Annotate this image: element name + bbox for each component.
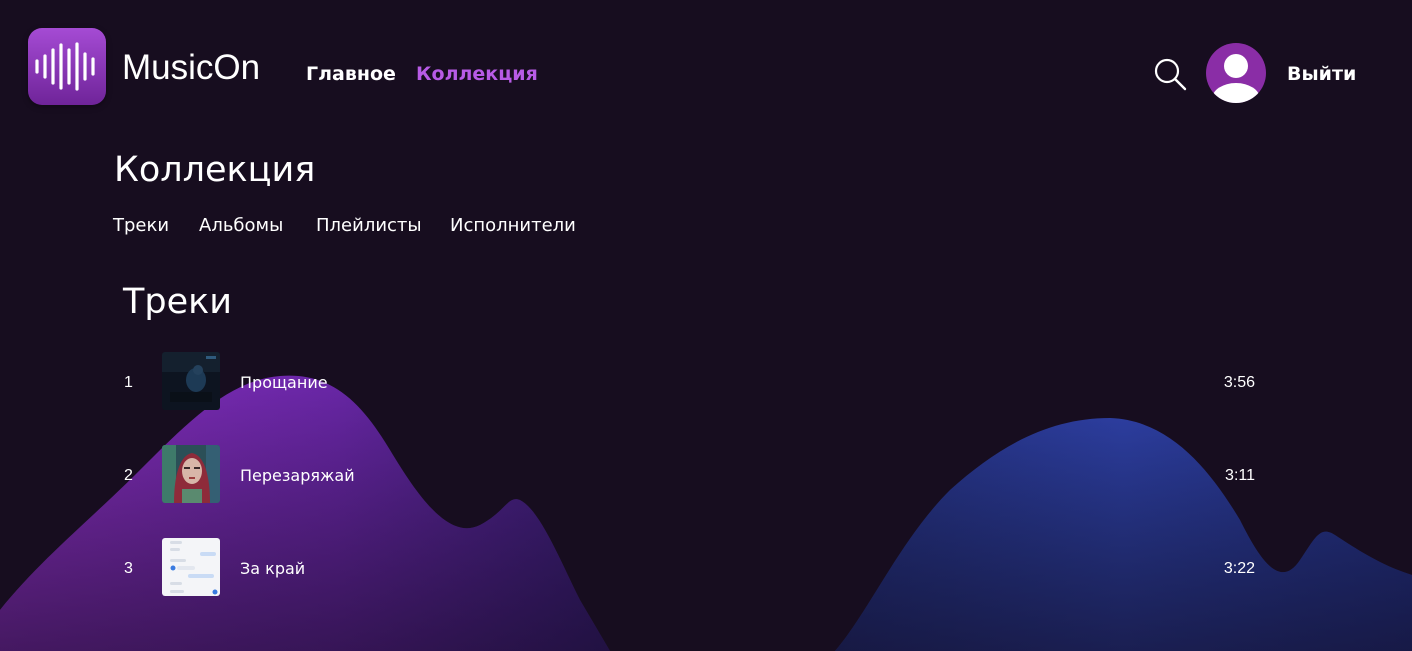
search-button[interactable] [1152, 56, 1188, 92]
tab-playlists[interactable]: Плейлисты [316, 214, 422, 238]
user-avatar-icon [1212, 54, 1260, 103]
page-title: Коллекция [114, 150, 316, 190]
track-duration: 3:11 [1225, 467, 1255, 484]
app-root: MusicOn Главное Коллекция Выйти Коллекци… [0, 0, 1412, 651]
track-title[interactable]: Прощание [240, 372, 328, 394]
track-cover [162, 352, 220, 410]
track-title[interactable]: Перезаряжай [240, 465, 355, 487]
sound-wave-icon [35, 42, 95, 91]
app-logo[interactable] [28, 28, 106, 105]
track-number: 3 [124, 560, 133, 577]
user-avatar[interactable] [1206, 43, 1266, 103]
track-number: 2 [124, 467, 133, 484]
logout-button[interactable]: Выйти [1287, 62, 1356, 86]
search-icon [1154, 58, 1187, 91]
track-cover [162, 538, 220, 596]
nav-collection[interactable]: Коллекция [416, 62, 538, 86]
track-row[interactable]: 1 Прощание 3:56 [110, 348, 1270, 418]
track-duration: 3:56 [1223, 374, 1255, 391]
tab-artists[interactable]: Исполнители [450, 214, 576, 238]
track-row[interactable]: 2 Перезаряжай 3:11 [110, 441, 1270, 511]
track-cover [162, 445, 220, 503]
track-row[interactable]: 3 За край 3:22 [110, 534, 1270, 604]
nav-home[interactable]: Главное [306, 62, 396, 86]
tab-tracks[interactable]: Треки [113, 214, 169, 238]
tab-albums[interactable]: Альбомы [199, 214, 283, 238]
track-title[interactable]: За край [240, 558, 305, 580]
section-title: Треки [123, 282, 233, 322]
track-number: 1 [124, 374, 133, 391]
brand-name[interactable]: MusicOn [122, 46, 260, 90]
track-duration: 3:22 [1223, 560, 1255, 577]
